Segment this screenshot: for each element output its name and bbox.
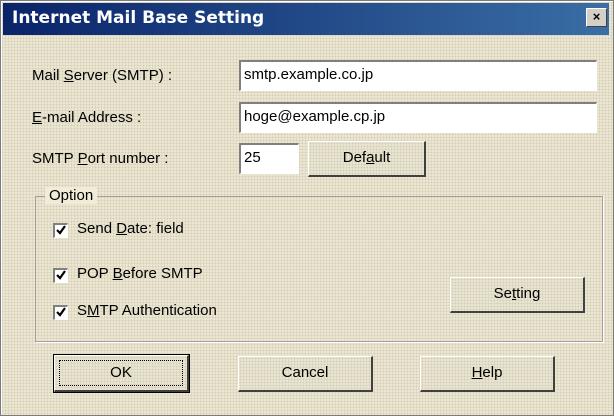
cancel-button[interactable]: Cancel (238, 356, 373, 392)
smtp-authentication-checkbox[interactable] (53, 305, 68, 320)
checkmark-icon (56, 225, 66, 235)
title-bar[interactable]: Internet Mail Base Setting × (3, 3, 609, 35)
send-date-label: Send Date: field (77, 220, 184, 237)
smtp-port-label: SMTP Port number : (32, 150, 169, 167)
smtp-authentication-label: SMTP Authentication (77, 302, 217, 319)
dialog-title: Internet Mail Base Setting (12, 8, 265, 28)
send-date-checkbox[interactable] (53, 223, 68, 238)
option-group-label: Option (45, 187, 98, 204)
email-address-input[interactable]: hoge@example.cp.jp (239, 102, 597, 133)
close-button[interactable]: × (586, 8, 607, 27)
checkmark-icon (56, 270, 66, 280)
mail-server-input[interactable]: smtp.example.co.jp (239, 60, 597, 91)
close-icon: × (592, 9, 601, 24)
pop-before-smtp-checkbox[interactable] (53, 268, 68, 283)
checkmark-icon (56, 307, 66, 317)
help-button[interactable]: Help (420, 356, 555, 392)
mail-server-label: Mail Server (SMTP) : (32, 67, 173, 84)
default-port-button[interactable]: Default (308, 141, 426, 177)
auth-setting-button[interactable]: Setting (450, 277, 585, 313)
email-address-label: E-mail Address : (32, 109, 142, 126)
internet-mail-base-setting-dialog: Internet Mail Base Setting × Mail Server… (0, 0, 614, 416)
ok-button[interactable]: OK (53, 354, 190, 393)
focus-rect (59, 360, 183, 386)
smtp-port-input[interactable]: 25 (239, 143, 299, 174)
pop-before-smtp-label: POP Before SMTP (77, 265, 203, 282)
